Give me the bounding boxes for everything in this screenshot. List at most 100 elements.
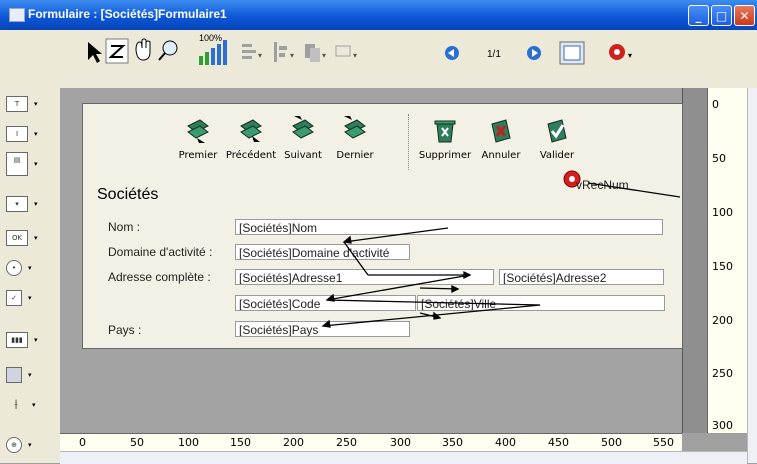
palette-text-tool[interactable]: T ▾ xyxy=(6,92,52,116)
vertical-scrollbar[interactable] xyxy=(747,88,757,463)
palette-radio-tool[interactable]: • ▾ xyxy=(6,256,52,280)
editor-toolbar: 100% ▾ ▾ ▾ ▾ 1/1 ▾ xyxy=(0,30,757,89)
zoom-label: 100% xyxy=(199,33,222,43)
palette-button-tool[interactable]: OK ▾ xyxy=(6,226,52,250)
pays-label: Pays : xyxy=(108,323,142,337)
palette-progress-tool[interactable]: ▮▮▮ ▾ xyxy=(6,328,52,352)
ruler-h-label: 50 xyxy=(130,436,144,449)
popup-tool-icon: ▾ xyxy=(6,196,28,212)
close-button[interactable]: ✕ xyxy=(734,5,755,26)
minimize-button[interactable]: _ xyxy=(688,5,709,26)
previous-page-icon[interactable] xyxy=(445,46,459,60)
dropdown-arrow-icon: ▾ xyxy=(28,371,32,379)
dropdown-arrow-icon: ▾ xyxy=(28,264,32,272)
code-field[interactable]: [Sociétés]Code xyxy=(235,295,416,311)
ruler-h-label: 350 xyxy=(442,436,463,449)
button-separator xyxy=(408,114,409,170)
field-tool-icon: I xyxy=(6,126,28,142)
validate-icon xyxy=(547,119,567,143)
ruler-h-label: 550 xyxy=(653,436,674,449)
svg-text:▾: ▾ xyxy=(322,51,326,60)
last-record-label: Dernier xyxy=(336,150,374,161)
ruler-v-label: 0 xyxy=(712,98,719,111)
zoom-tool-icon[interactable] xyxy=(158,40,178,61)
ruler-h-label: 300 xyxy=(390,436,411,449)
distribute-tool-icon[interactable]: ▾ xyxy=(274,42,294,62)
dropdown-arrow-icon: ▾ xyxy=(34,234,38,242)
last-record-icon xyxy=(344,116,366,139)
form-title: Sociétés xyxy=(97,186,159,203)
nom-field[interactable]: [Sociétés]Nom xyxy=(235,219,663,235)
first-record-icon xyxy=(187,119,209,143)
previous-record-label: Précédent xyxy=(225,150,277,161)
view-properties-icon[interactable] xyxy=(559,41,585,65)
palette-checkbox-tool[interactable]: ✓ ▾ xyxy=(6,286,52,310)
vrecnum-variable[interactable]: vRecNum xyxy=(576,178,629,192)
dropdown-arrow-icon: ▾ xyxy=(34,160,38,168)
palette-list-tool[interactable]: ▤ ▾ xyxy=(6,152,52,176)
ruler-h-label: 150 xyxy=(230,436,251,449)
hand-tool-icon[interactable] xyxy=(135,38,151,61)
text-tool-icon: T xyxy=(6,96,28,112)
list-tool-icon: ▤ xyxy=(6,152,28,176)
dropdown-arrow-icon: ▾ xyxy=(28,441,32,449)
form-window-icon xyxy=(9,8,25,22)
pointer-tool-icon[interactable] xyxy=(88,42,102,63)
domaine-field[interactable]: [Sociétés]Domaine d'activité xyxy=(235,244,410,260)
form-page[interactable]: Premier Précédent Suivant Dernier Suppri… xyxy=(82,103,683,349)
maximize-button[interactable]: □ xyxy=(711,5,732,26)
svg-text:▾: ▾ xyxy=(353,51,357,60)
next-page-icon[interactable] xyxy=(527,46,541,60)
cancel-button[interactable]: Annuler xyxy=(471,116,531,161)
adresse-label: Adresse complète : xyxy=(108,270,211,284)
palette-field-tool[interactable]: I ▾ xyxy=(6,122,52,146)
group-tool-icon[interactable]: ▾ xyxy=(335,45,357,60)
next-record-icon xyxy=(292,116,314,139)
line-tool-icon: ⟊ xyxy=(14,397,18,413)
svg-text:▾: ▾ xyxy=(258,51,262,60)
cancel-label: Annuler xyxy=(481,150,521,161)
window-title: Formulaire : [Sociétés]Formulaire1 xyxy=(28,7,227,21)
palette-rectangle-tool[interactable]: ▾ xyxy=(6,363,52,387)
previous-record-icon xyxy=(240,119,262,142)
validate-button[interactable]: Valider xyxy=(527,116,587,161)
adresse1-field[interactable]: [Sociétés]Adresse1 xyxy=(235,269,494,285)
zoom-level-icon[interactable] xyxy=(199,40,227,65)
svg-text:▾: ▾ xyxy=(290,51,294,60)
canvas-margin xyxy=(683,88,707,433)
page-indicator: 1/1 xyxy=(487,49,501,60)
cancel-icon xyxy=(491,119,511,143)
previous-record-button[interactable]: Précédent xyxy=(221,116,281,161)
last-record-button[interactable]: Dernier xyxy=(325,116,385,161)
object-methods-icon[interactable]: ▾ xyxy=(609,44,632,60)
horizontal-ruler: 0 50 100 150 200 250 300 350 400 450 500… xyxy=(60,433,682,452)
radio-tool-icon: • xyxy=(6,260,22,276)
ruler-h-label: 100 xyxy=(178,436,199,449)
progress-tool-icon: ▮▮▮ xyxy=(6,332,28,348)
pays-field[interactable]: [Sociétés]Pays xyxy=(235,321,410,337)
first-record-button[interactable]: Premier xyxy=(168,116,228,161)
ruler-v-label: 50 xyxy=(712,152,726,165)
nom-label: Nom : xyxy=(108,220,141,234)
horizontal-scrollbar[interactable] xyxy=(60,451,747,464)
delete-button[interactable]: Supprimer xyxy=(415,116,475,161)
ruler-v-label: 150 xyxy=(712,260,733,273)
palette-plugin-tool[interactable]: ⊕ ▾ xyxy=(6,433,52,457)
entry-order-tool-icon[interactable] xyxy=(105,38,129,64)
dropdown-arrow-icon: ▾ xyxy=(34,100,38,108)
ruler-h-label: 450 xyxy=(548,436,569,449)
delete-label: Supprimer xyxy=(418,150,472,161)
level-tool-icon[interactable]: ▾ xyxy=(305,44,326,62)
alignment-tool-icon[interactable]: ▾ xyxy=(242,44,262,60)
window-title-bar[interactable]: Formulaire : [Sociétés]Formulaire1 _ □ ✕ xyxy=(0,0,757,30)
dropdown-arrow-icon: ▾ xyxy=(34,130,38,138)
palette-line-tool[interactable]: ⟊ ▾ xyxy=(6,393,52,417)
ville-field[interactable]: [Sociétés]Ville xyxy=(417,295,665,311)
rectangle-tool-icon xyxy=(6,367,22,383)
next-record-button[interactable]: Suivant xyxy=(273,116,333,161)
next-record-label: Suivant xyxy=(284,150,322,161)
palette-popup-tool[interactable]: ▾ ▾ xyxy=(6,192,52,216)
ruler-h-label: 250 xyxy=(336,436,357,449)
adresse2-field[interactable]: [Sociétés]Adresse2 xyxy=(499,269,664,285)
ruler-h-label: 400 xyxy=(495,436,516,449)
